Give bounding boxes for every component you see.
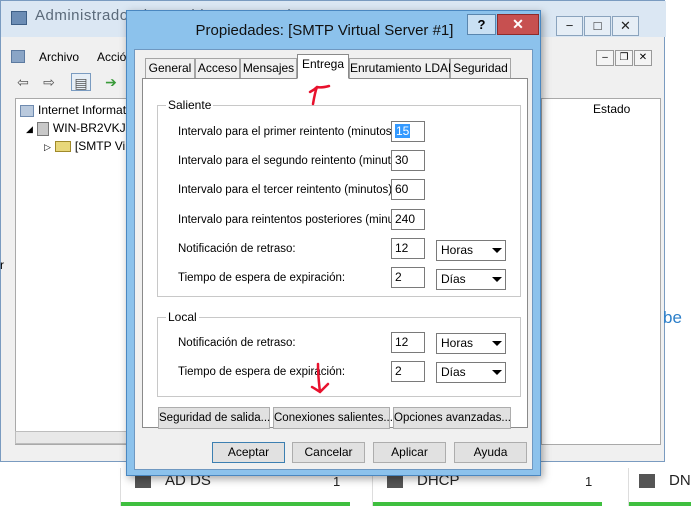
show-hide-console-tree-icon[interactable]: ▤ [71, 73, 91, 91]
delay-notify-label: Notificación de retraso: [178, 243, 296, 255]
expiration-unit-value: Días [441, 272, 466, 286]
delay-notify-unit-value: Horas [441, 243, 474, 257]
collapse-arrow-icon[interactable]: ▷ [44, 142, 51, 152]
chevron-down-icon [492, 370, 502, 375]
tile-dns[interactable]: DN [628, 468, 691, 506]
group-title-saliente: Saliente [166, 98, 214, 112]
role-icon [387, 474, 403, 488]
annotation-arrow-up-icon [308, 84, 331, 106]
annotation-arrow-down-icon [310, 362, 330, 394]
tab-mensajes[interactable]: Mensajes [240, 58, 297, 78]
back-arrow-icon[interactable]: ⇦ [13, 73, 33, 91]
tile-status-bar [121, 502, 350, 506]
server-manager-app-icon [11, 11, 27, 25]
console-tree: Internet Informat ◢ WIN-BR2VKJC ▷ [SMTP Vi [15, 98, 135, 445]
role-icon [639, 474, 655, 488]
tree-item-label: [SMTP Vi [74, 139, 126, 153]
dialog-close-button[interactable]: ✕ [497, 14, 539, 35]
tab-enrutamiento-ldap[interactable]: Enrutamiento LDAP [349, 58, 456, 78]
apply-button[interactable]: Aplicar [373, 442, 446, 463]
side-link-text[interactable]: be [663, 308, 682, 328]
expiration-unit-select[interactable]: Días [436, 269, 506, 290]
local-delay-notify-input[interactable]: 12 [391, 332, 425, 353]
tile-count: 1 [333, 474, 341, 489]
results-pane [541, 98, 661, 445]
outbound-security-button[interactable]: Seguridad de salida... [158, 407, 270, 429]
mdi-close-icon[interactable]: ✕ [634, 50, 652, 66]
server-icon [36, 121, 49, 136]
tile-status-bar [629, 502, 691, 506]
tab-general[interactable]: General [145, 58, 195, 78]
help-button[interactable]: ? [467, 14, 496, 35]
tree-horizontal-scrollbar[interactable] [15, 431, 135, 444]
tile-label: DN [669, 472, 691, 489]
dialog-body: General Acceso Mensajes Entrega Enrutami… [134, 49, 533, 470]
expiration-input[interactable]: 2 [391, 267, 425, 288]
export-list-icon[interactable]: ➔ [101, 73, 121, 91]
local-delay-notify-unit-value: Horas [441, 336, 474, 350]
tab-entrega[interactable]: Entrega [297, 54, 349, 79]
first-retry-label: Intervalo para el primer reintento (minu… [178, 126, 399, 138]
tile-count: 1 [585, 474, 593, 489]
mdi-caption-buttons: – ❐ ✕ [596, 49, 653, 66]
local-expiration-input[interactable]: 2 [391, 361, 425, 382]
first-retry-value: 15 [395, 124, 411, 138]
dialog-title: Propiedades: [SMTP Virtual Server #1] [195, 22, 454, 39]
group-title-local: Local [166, 310, 199, 324]
tile-status-bar [373, 502, 602, 506]
column-header-estado[interactable]: Estado [593, 102, 630, 116]
tree-item-smtp[interactable]: ▷ [SMTP Vi [44, 139, 125, 153]
tree-item-iis[interactable]: Internet Informat [20, 103, 126, 117]
close-button[interactable]: ✕ [612, 16, 639, 36]
local-delay-notify-label: Notificación de retraso: [178, 337, 296, 349]
local-delay-notify-unit-select[interactable]: Horas [436, 333, 506, 354]
group-saliente: Saliente Intervalo para el primer reinte… [157, 98, 521, 297]
chevron-down-icon [492, 277, 502, 282]
iis-icon [20, 104, 34, 117]
help-footer-button[interactable]: Ayuda [454, 442, 527, 463]
local-expiration-unit-value: Días [441, 365, 466, 379]
advanced-options-button[interactable]: Opciones avanzadas... [393, 407, 511, 429]
expand-arrow-icon[interactable]: ◢ [26, 124, 33, 134]
subsequent-retry-input[interactable]: 240 [391, 209, 425, 230]
delay-notify-unit-select[interactable]: Horas [436, 240, 506, 261]
chevron-down-icon [492, 248, 502, 253]
tab-seguridad[interactable]: Seguridad [450, 58, 511, 78]
local-expiration-unit-select[interactable]: Días [436, 362, 506, 383]
tree-item-label: WIN-BR2VKJC [52, 121, 135, 135]
partial-text: r [0, 258, 4, 272]
third-retry-input[interactable]: 60 [391, 179, 425, 200]
mmc-icon [11, 50, 25, 63]
group-local: Local Notificación de retraso: 12 Horas … [157, 310, 521, 397]
mdi-restore-icon[interactable]: ❐ [615, 50, 633, 66]
tab-page-entrega: Saliente Intervalo para el primer reinte… [142, 78, 528, 429]
tab-acceso[interactable]: Acceso [195, 58, 240, 78]
menu-archivo[interactable]: Archivo [39, 50, 79, 64]
smtp-server-icon [54, 141, 71, 153]
subsequent-retry-label: Intervalo para reintentos posteriores (m… [178, 214, 417, 226]
tree-item-label: Internet Informat [38, 103, 127, 117]
chevron-down-icon [492, 341, 502, 346]
outbound-connections-button[interactable]: Conexiones salientes... [273, 407, 393, 429]
forward-arrow-icon[interactable]: ⇨ [39, 73, 59, 91]
tree-item-server[interactable]: ◢ WIN-BR2VKJC [26, 121, 134, 136]
role-icon [135, 474, 151, 488]
minimize-button[interactable]: − [556, 16, 583, 36]
cancel-button[interactable]: Cancelar [292, 442, 365, 463]
ok-button[interactable]: Aceptar [212, 442, 285, 463]
third-retry-label: Intervalo para el tercer reintento (minu… [178, 184, 396, 196]
delay-notify-input[interactable]: 12 [391, 238, 425, 259]
expiration-label: Tiempo de espera de expiración: [178, 272, 346, 284]
mdi-minimize-icon[interactable]: – [596, 50, 614, 66]
second-retry-input[interactable]: 30 [391, 150, 425, 171]
maximize-button[interactable]: □ [584, 16, 611, 36]
second-retry-label: Intervalo para el segundo reintento (min… [178, 155, 411, 167]
first-retry-input[interactable]: 15 [391, 121, 425, 142]
